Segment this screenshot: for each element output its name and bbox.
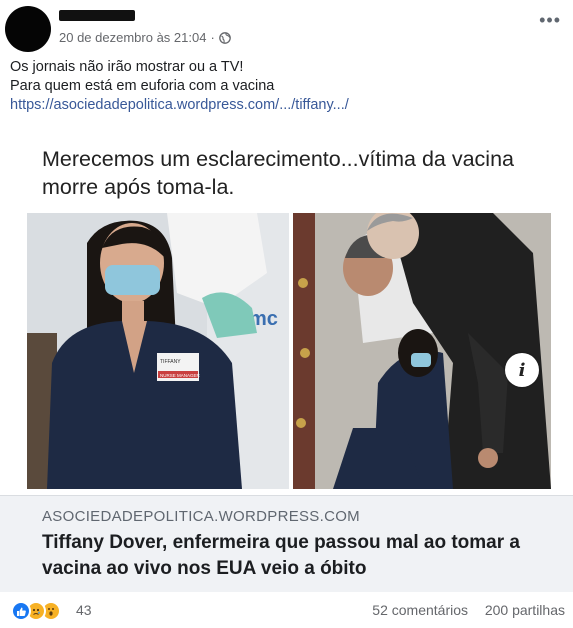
photo-nurse-vaccination: mc TIFFANY NURSE MANAGER — [27, 213, 289, 489]
post-meta: 20 de dezembro às 21:04 · — [59, 30, 231, 45]
role-badge-text: NURSE MANAGER — [160, 373, 201, 378]
post-text-line: Os jornais não irão mostrar ou a TV! — [10, 59, 244, 75]
reaction-count[interactable]: 43 — [76, 602, 92, 618]
comments-count[interactable]: 52 comentários — [372, 602, 468, 618]
post-header: 20 de dezembro às 21:04 · ••• — [0, 0, 573, 52]
globe-icon[interactable] — [218, 31, 231, 44]
link-domain: ASOCIEDADEPOLITICA.WORDPRESS.COM — [42, 508, 360, 525]
link-preview-footer: ASOCIEDADEPOLITICA.WORDPRESS.COM Tiffany… — [0, 495, 573, 592]
reaction-icons[interactable] — [11, 601, 61, 621]
reactions-bar: 43 52 comentários 200 partilhas — [0, 592, 573, 628]
post-text: Os jornais não irão mostrar ou a TV! Par… — [10, 58, 565, 115]
shares-count[interactable]: 200 partilhas — [485, 602, 565, 618]
more-options-button[interactable]: ••• — [539, 11, 561, 29]
name-badge-text: TIFFANY — [160, 359, 181, 365]
post-timestamp[interactable]: 20 de dezembro às 21:04 — [59, 30, 206, 45]
author-name-redacted[interactable] — [59, 10, 135, 21]
link-title[interactable]: Tiffany Dover, enfermeira que passou mal… — [42, 530, 542, 582]
like-icon — [11, 601, 31, 621]
photo-nurse-fainting — [293, 213, 551, 489]
meta-separator: · — [210, 30, 215, 45]
image-headline: Merecemos um esclarecimento...vítima da … — [42, 147, 514, 199]
link-preview-image: Merecemos um esclarecimento...vítima da … — [0, 126, 573, 495]
link-preview-card[interactable]: Merecemos um esclarecimento...vítima da … — [0, 126, 573, 592]
post-text-line: Para quem está em euforia com a vacina — [10, 78, 275, 94]
info-icon[interactable]: i — [505, 353, 539, 387]
post-link[interactable]: https://asociedadepolitica.wordpress.com… — [10, 96, 565, 115]
author-avatar[interactable] — [5, 6, 51, 52]
